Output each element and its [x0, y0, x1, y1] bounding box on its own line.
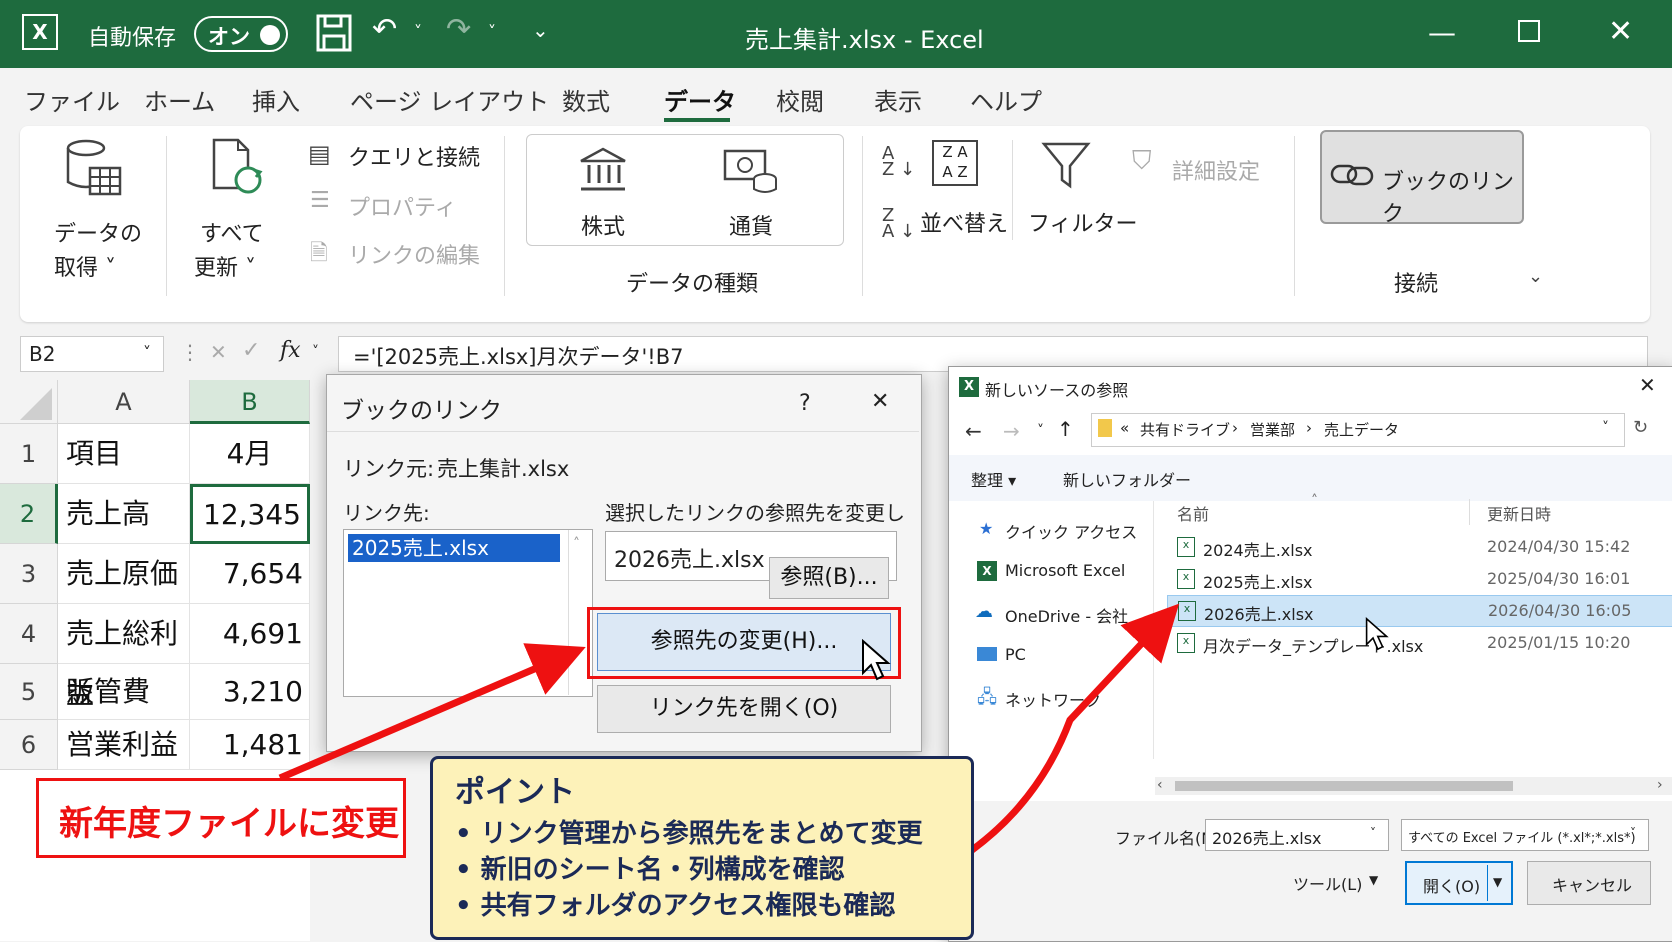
- note-new-year-file: 新年度ファイルに変更: [36, 778, 406, 858]
- point-callout: ポイント • リンク管理から参照先をまとめて変更 • 新旧のシート名・列構成を確…: [430, 756, 974, 940]
- point-item: • 新旧のシート名・列構成を確認: [455, 855, 845, 885]
- point-title: ポイント: [455, 775, 575, 810]
- note-text: 新年度ファイルに変更: [59, 804, 399, 844]
- point-item: • 共有フォルダのアクセス権限も確認: [455, 891, 896, 921]
- point-item: • リンク管理から参照先をまとめて変更: [455, 819, 923, 849]
- arrow-to-new-file: [969, 603, 1180, 853]
